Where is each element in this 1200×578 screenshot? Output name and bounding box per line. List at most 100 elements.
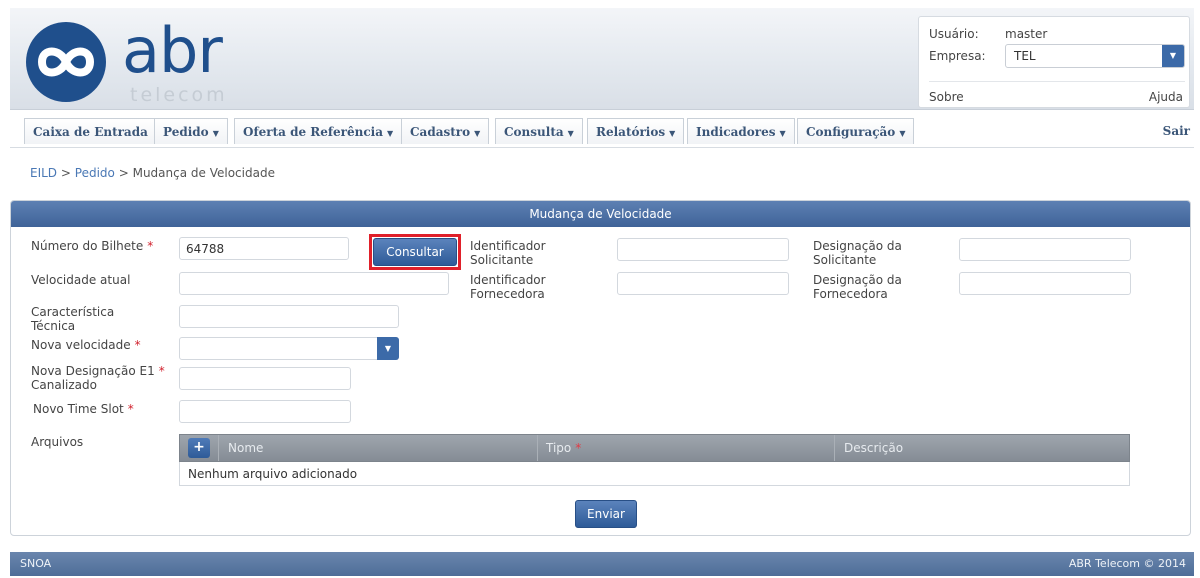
supplier-designation-label-line2: Fornecedora — [813, 287, 888, 301]
company-select-value: TEL — [1014, 49, 1036, 63]
abr-telecom-logo: abr telecom — [22, 18, 252, 108]
nav-pedido[interactable]: Pedido ▼ — [154, 118, 228, 144]
chevron-down-icon[interactable]: ▼ — [377, 337, 399, 360]
nav-label: Consulta — [504, 125, 564, 139]
nav-relatorios[interactable]: Relatórios ▼ — [587, 118, 685, 144]
caret-down-icon: ▼ — [779, 128, 786, 138]
files-empty-row: Nenhum arquivo adicionado — [179, 462, 1130, 486]
footer-app-name: SNOA — [20, 557, 52, 570]
nav-caixa-de-entrada[interactable]: Caixa de Entrada — [24, 118, 157, 144]
help-link[interactable]: Ajuda — [1149, 90, 1183, 104]
speed-change-panel: Mudança de Velocidade Número do Bilhete *… — [10, 200, 1191, 536]
user-value: master — [1005, 27, 1048, 41]
new-speed-select[interactable]: ▼ — [179, 337, 399, 360]
about-link[interactable]: Sobre — [929, 90, 964, 104]
nav-oferta-de-referencia[interactable]: Oferta de Referência ▼ — [234, 118, 403, 144]
header: abr telecom Usuário: master Empresa: TEL… — [10, 8, 1194, 110]
files-col-name: Nome — [228, 441, 264, 455]
chevron-down-icon[interactable]: ▼ — [1162, 45, 1184, 67]
files-label: Arquivos — [31, 435, 84, 449]
tech-char-label-line1: Característica — [31, 305, 115, 319]
add-file-button[interactable]: + — [188, 438, 210, 458]
files-col-description: Descrição — [844, 441, 904, 455]
files-table-header: + Nome Tipo * Descrição — [179, 434, 1130, 462]
caret-down-icon: ▼ — [669, 128, 676, 138]
new-timeslot-input[interactable] — [179, 400, 351, 423]
new-designation-label: Nova Designação E1 * Canalizado — [31, 364, 165, 392]
submit-button[interactable]: Enviar — [575, 500, 637, 528]
consult-highlight: Consultar — [369, 234, 461, 270]
supplier-designation-label: Designação da Fornecedora — [813, 273, 902, 301]
nav-label: Pedido — [163, 125, 209, 139]
caret-down-icon: ▼ — [387, 128, 394, 138]
caret-down-icon: ▼ — [567, 128, 574, 138]
infinity-logo-icon — [26, 22, 106, 102]
ticket-label: Número do Bilhete * — [31, 239, 153, 253]
nav-label: Configuração — [806, 125, 896, 139]
ticket-input-value: 64788 — [186, 242, 225, 256]
logout-link[interactable]: Sair — [1163, 124, 1190, 138]
new-timeslot-label: Novo Time Slot * — [33, 402, 134, 416]
tech-char-input[interactable] — [179, 305, 399, 328]
required-mark: * — [134, 338, 141, 352]
supplier-designation-input[interactable] — [959, 272, 1131, 295]
main-nav: Caixa de Entrada Pedido ▼ Oferta de Refer… — [10, 110, 1194, 148]
new-designation-input[interactable] — [179, 367, 351, 390]
breadcrumb-separator: > — [60, 166, 71, 180]
nav-indicadores[interactable]: Indicadores ▼ — [687, 118, 795, 144]
logo-telecom-text: telecom — [130, 84, 228, 106]
userbox-divider — [929, 81, 1185, 82]
breadcrumb-pedido[interactable]: Pedido — [75, 166, 115, 180]
breadcrumb-separator: > — [118, 166, 129, 180]
requester-designation-label: Designação da Solicitante — [813, 239, 902, 267]
tech-char-label: Característica Técnica — [31, 305, 114, 333]
required-mark: * — [575, 441, 582, 455]
supplier-designation-label-line1: Designação da — [813, 273, 902, 287]
supplier-id-label-line1: Identificador — [470, 273, 546, 287]
nav-label: Oferta de Referência — [243, 125, 383, 139]
requester-designation-label-line1: Designação da — [813, 239, 902, 253]
new-speed-label-text: Nova velocidade — [31, 338, 131, 352]
current-speed-input[interactable] — [179, 272, 449, 295]
supplier-id-input[interactable] — [617, 272, 789, 295]
footer: SNOA ABR Telecom © 2014 — [10, 552, 1194, 576]
required-mark: * — [158, 364, 165, 378]
nav-label: Caixa de Entrada — [33, 125, 148, 139]
company-label: Empresa: — [929, 49, 986, 63]
supplier-id-label-line2: Fornecedora — [470, 287, 545, 301]
caret-down-icon: ▼ — [474, 128, 481, 138]
requester-designation-label-line2: Solicitante — [813, 253, 877, 267]
new-designation-label-line2: Canalizado — [31, 378, 97, 392]
tech-char-label-line2: Técnica — [31, 319, 76, 333]
nav-label: Relatórios — [596, 125, 666, 139]
files-col-type-text: Tipo — [546, 441, 572, 455]
nav-label: Indicadores — [696, 125, 776, 139]
current-speed-label: Velocidade atual — [31, 273, 131, 287]
nav-consulta[interactable]: Consulta ▼ — [495, 118, 583, 144]
user-label: Usuário: — [929, 27, 979, 41]
ticket-input[interactable]: 64788 — [179, 237, 349, 260]
nav-cadastro[interactable]: Cadastro ▼ — [401, 118, 490, 144]
nav-configuracao[interactable]: Configuração ▼ — [797, 118, 915, 144]
breadcrumb-eild[interactable]: EILD — [30, 166, 57, 180]
column-divider — [218, 435, 219, 461]
logo-abr-text: abr — [122, 14, 223, 87]
new-timeslot-label-text: Novo Time Slot — [33, 402, 124, 416]
supplier-id-label: Identificador Fornecedora — [470, 273, 546, 301]
nav-label: Cadastro — [410, 125, 471, 139]
company-select[interactable]: TEL ▼ — [1005, 44, 1185, 68]
requester-designation-input[interactable] — [959, 238, 1131, 261]
ticket-label-text: Número do Bilhete — [31, 239, 144, 253]
required-mark: * — [147, 239, 154, 253]
column-divider — [537, 435, 538, 461]
requester-id-label: Identificador Solicitante — [470, 239, 546, 267]
breadcrumb-current: Mudança de Velocidade — [132, 166, 275, 180]
requester-id-input[interactable] — [617, 238, 789, 261]
required-mark: * — [127, 402, 134, 416]
user-info-box: Usuário: master Empresa: TEL ▼ Sobre Aju… — [918, 16, 1190, 108]
requester-id-label-line2: Solicitante — [470, 253, 534, 267]
column-divider — [834, 435, 835, 461]
consult-button[interactable]: Consultar — [373, 238, 457, 266]
caret-down-icon: ▼ — [899, 128, 906, 138]
panel-title: Mudança de Velocidade — [11, 201, 1190, 227]
